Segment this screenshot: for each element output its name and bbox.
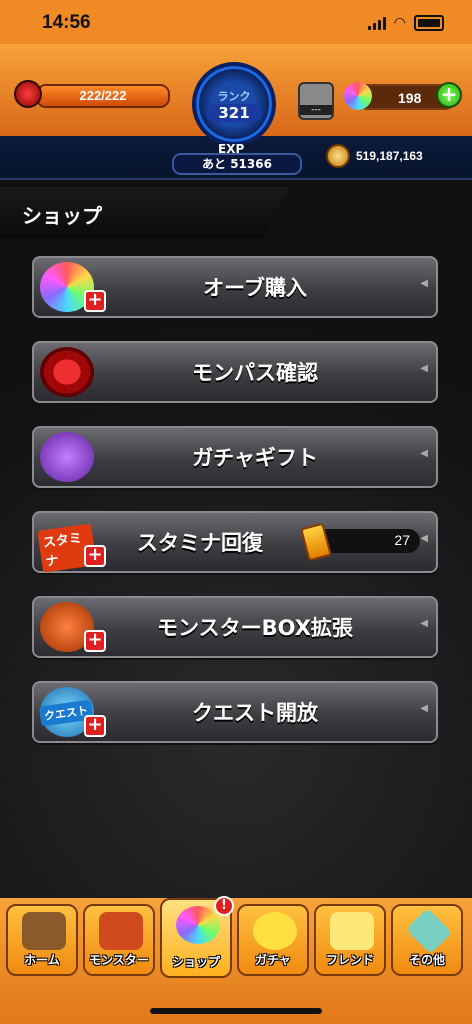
wifi-icon: ◠ [393, 15, 406, 31]
plus-icon: + [84, 545, 106, 567]
nav-friend[interactable]: フレンド [314, 904, 386, 976]
other-icon [405, 907, 453, 955]
menu-item-monster-box[interactable]: + モンスターBOX拡張 [32, 596, 438, 658]
nav-other[interactable]: その他 [391, 904, 463, 976]
sp-slot-text: --- [300, 105, 332, 115]
rank-value: 321 [206, 104, 262, 122]
menu-item-quest-unlock[interactable]: クエスト + クエスト開放 [32, 681, 438, 743]
nav-home[interactable]: ホーム [6, 904, 78, 976]
item-count-value: 27 [394, 532, 410, 548]
nav-label: ホーム [24, 953, 60, 967]
monster-icon [99, 912, 143, 950]
gacha-icon [253, 912, 297, 950]
home-icon [22, 912, 66, 950]
page-title: ショップ [22, 204, 102, 228]
nav-shop[interactable]: ! ショップ [160, 896, 234, 978]
menu-item-monpass[interactable]: モンパス確認 [32, 341, 438, 403]
battery-icon [414, 15, 444, 31]
menu-item-label: ガチャギフト [192, 446, 318, 470]
menu-item-orb-purchase[interactable]: + オーブ購入 [32, 256, 438, 318]
menu-item-label: オーブ購入 [203, 276, 307, 300]
signal-icon [367, 16, 386, 30]
shop-menu: + オーブ購入 モンパス確認 ガチャギフト スタミナ + スタミナ回復 27 +… [32, 256, 438, 766]
coin-value: 519,187,163 [356, 149, 423, 163]
nav-monster[interactable]: モンスター [83, 904, 155, 976]
buy-orb-plus-button[interactable]: + [436, 82, 462, 108]
orb-counter: 198 + [344, 82, 462, 110]
menu-item-label: モンスターBOX拡張 [157, 616, 353, 640]
rank-label: ランク [217, 90, 251, 103]
shop-alert-badge: ! [214, 896, 234, 916]
plus-icon: + [84, 630, 106, 652]
stamina-gauge[interactable]: 222/222 [14, 80, 170, 108]
status-time: 14:56 [42, 12, 91, 33]
plus-icon: + [84, 290, 106, 312]
menu-item-label: クエスト開放 [192, 701, 318, 725]
nav-label: ガチャ [255, 953, 291, 967]
nav-label: その他 [408, 953, 445, 967]
shop-icon [176, 906, 220, 944]
exp-remaining: あと 51366 [172, 153, 302, 175]
nav-label: モンスター [89, 953, 149, 967]
orb-count: 198 [398, 90, 422, 106]
status-bar: 14:56 ◠ [0, 0, 472, 44]
rank-badge[interactable]: ランク 321 [192, 62, 276, 146]
menu-item-label: スタミナ回復 [137, 531, 263, 555]
monpass-icon [40, 347, 94, 397]
friend-icon [330, 912, 374, 950]
coin-icon [326, 144, 350, 168]
stamina-can-icon [300, 522, 332, 562]
menu-item-gacha-gift[interactable]: ガチャギフト [32, 426, 438, 488]
rainbow-orb-icon [344, 82, 372, 110]
sp-slot-icon[interactable]: --- [298, 82, 334, 120]
menu-item-stamina-recovery[interactable]: スタミナ + スタミナ回復 27 [32, 511, 438, 573]
stamina-icon [14, 80, 42, 108]
home-indicator[interactable] [150, 1008, 322, 1014]
nav-label: フレンド [325, 953, 374, 967]
plus-icon: + [84, 715, 106, 737]
stamina-value: 222/222 [79, 88, 127, 103]
gift-orb-icon [40, 432, 94, 482]
bottom-nav: ホーム モンスター ! ショップ ガチャ フレンド その他 [0, 896, 472, 1024]
nav-label: ショップ [171, 955, 220, 969]
stamina-item-count: 27 [300, 522, 420, 562]
menu-item-label: モンパス確認 [192, 361, 318, 385]
nav-gacha[interactable]: ガチャ [237, 904, 309, 976]
